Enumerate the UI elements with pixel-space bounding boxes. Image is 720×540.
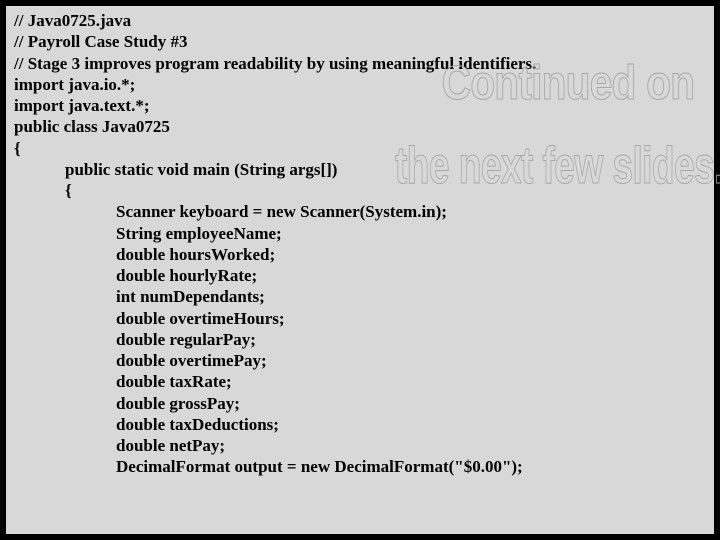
code-line: double netPay; (14, 435, 706, 456)
code-line: double hourlyRate; (14, 265, 706, 286)
code-line: { (14, 138, 706, 159)
code-line: int numDependants; (14, 286, 706, 307)
code-line: double overtimeHours; (14, 308, 706, 329)
code-line: // Payroll Case Study #3 (14, 31, 706, 52)
code-line: DecimalFormat output = new DecimalFormat… (14, 456, 706, 477)
code-line: double taxDeductions; (14, 414, 706, 435)
code-line: { (14, 180, 706, 201)
code-line: public static void main (String args[]) (14, 159, 706, 180)
code-line: // Stage 3 improves program readability … (14, 53, 706, 74)
code-line: String employeeName; (14, 223, 706, 244)
code-line: double taxRate; (14, 371, 706, 392)
code-line: public class Java0725 (14, 116, 706, 137)
slide-container: // Java0725.java // Payroll Case Study #… (6, 6, 714, 534)
code-line: import java.text.*; (14, 95, 706, 116)
code-line: double regularPay; (14, 329, 706, 350)
code-line: import java.io.*; (14, 74, 706, 95)
code-line: double hoursWorked; (14, 244, 706, 265)
code-line: double overtimePay; (14, 350, 706, 371)
code-line: double grossPay; (14, 393, 706, 414)
code-line: // Java0725.java (14, 10, 706, 31)
code-line: Scanner keyboard = new Scanner(System.in… (14, 201, 706, 222)
